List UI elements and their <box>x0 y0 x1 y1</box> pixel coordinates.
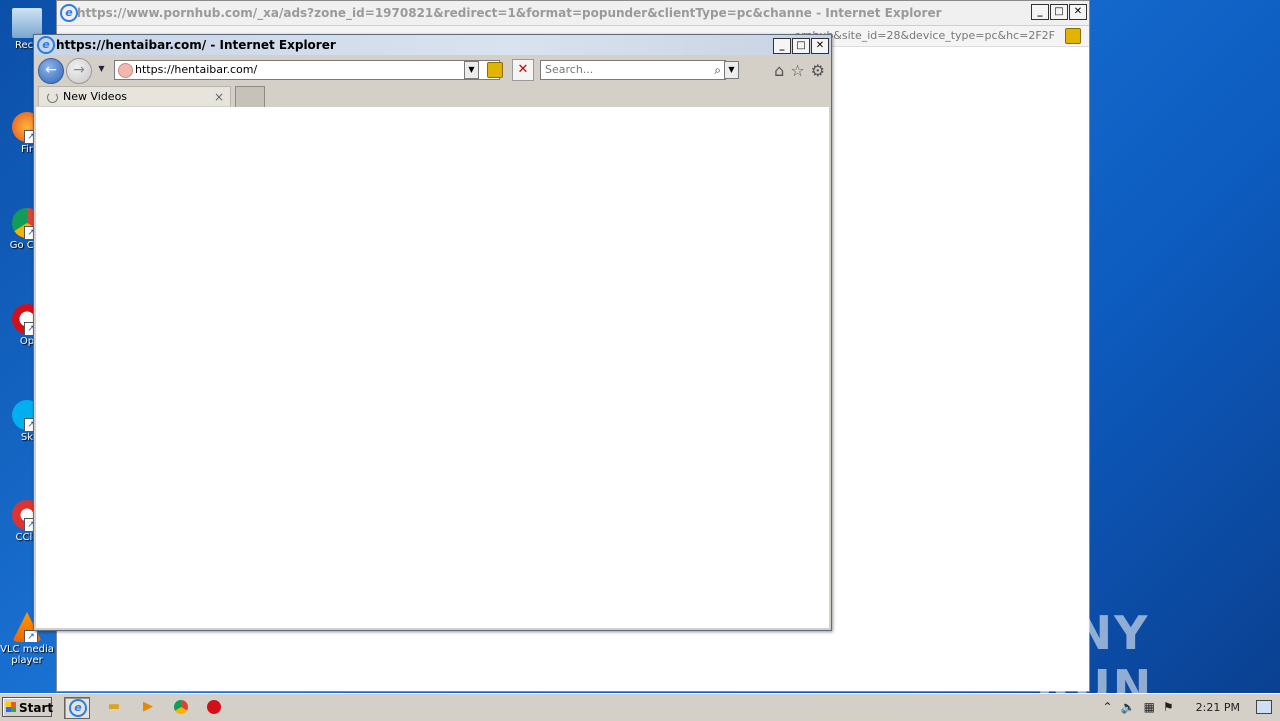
minimize-button[interactable]: _ <box>1031 4 1049 20</box>
tab-label: New Videos <box>63 90 128 103</box>
search-icon[interactable]: ⌕ <box>714 61 721 79</box>
tab-new-videos[interactable]: New Videos × <box>38 86 231 106</box>
front-window-titlebar[interactable]: e https://hentaibar.com/ - Internet Expl… <box>34 35 831 55</box>
new-tab-button[interactable] <box>235 86 265 108</box>
lock-icon[interactable] <box>1065 28 1081 44</box>
background-window-titlebar[interactable]: e https://www.pornhub.com/_xa/ads?zone_i… <box>57 1 1089 26</box>
close-button[interactable]: ✕ <box>1069 4 1087 20</box>
search-dropdown-button[interactable]: ▼ <box>724 61 739 79</box>
close-button[interactable]: ✕ <box>811 38 829 54</box>
minimize-button[interactable]: _ <box>773 38 791 54</box>
shortcut-arrow-icon: ↗ <box>24 630 38 642</box>
recent-pages-dropdown[interactable]: ▼ <box>95 61 108 77</box>
windows-flag-icon <box>6 702 16 712</box>
media-player-icon: ▶ <box>143 699 153 714</box>
tab-bar: New Videos × <box>34 86 831 108</box>
chrome-icon <box>174 699 188 714</box>
favorites-star-icon[interactable]: ☆ <box>790 61 804 80</box>
clock[interactable]: 2:21 PM <box>1196 701 1240 714</box>
search-placeholder: Search... <box>545 63 594 76</box>
start-label: Start <box>19 701 54 715</box>
home-icon[interactable]: ⌂ <box>774 61 784 80</box>
action-center-flag-icon[interactable]: ⚑ <box>1163 700 1174 714</box>
maximize-button[interactable]: □ <box>792 38 810 54</box>
toolbar-icons: ⌂ ☆ ⚙ <box>774 61 825 80</box>
folder-icon: ▬ <box>107 699 121 714</box>
site-favicon-icon <box>118 63 133 78</box>
taskbar: Start e ▬ ▶ ⌃ 🔈 ▦ ⚑ 2:21 PM <box>0 693 1280 721</box>
forward-button[interactable]: → <box>66 58 92 84</box>
taskbar-ie-button[interactable]: e <box>64 697 90 719</box>
network-icon[interactable]: ▦ <box>1144 700 1155 714</box>
ie-logo-icon: e <box>60 4 78 22</box>
background-window-title: https://www.pornhub.com/_xa/ads?zone_id=… <box>77 6 942 20</box>
volume-icon[interactable]: 🔈 <box>1121 700 1136 714</box>
desktop-icon-label: VLC media player <box>0 644 54 666</box>
desktop-icon-label: Fir <box>21 144 33 155</box>
settings-gear-icon[interactable]: ⚙ <box>811 61 825 80</box>
address-bar-url: https://hentaibar.com/ <box>135 63 258 76</box>
show-desktop-icon[interactable] <box>1256 700 1272 714</box>
start-button[interactable]: Start <box>2 697 54 717</box>
loading-spinner-icon <box>47 92 58 103</box>
address-dropdown-button[interactable]: ▼ <box>464 61 479 79</box>
address-bar[interactable]: https://hentaibar.com/ <box>114 60 500 80</box>
back-button[interactable]: ← <box>38 58 64 84</box>
tray-expand-icon[interactable]: ⌃ <box>1103 700 1113 714</box>
search-input[interactable]: Search... ⌕ <box>540 60 726 80</box>
ie-logo-icon: e <box>69 699 87 717</box>
maximize-button[interactable]: □ <box>1050 4 1068 20</box>
front-ie-window[interactable]: e https://hentaibar.com/ - Internet Expl… <box>33 34 832 631</box>
tab-close-icon[interactable]: × <box>214 87 224 107</box>
front-window-title: https://hentaibar.com/ - Internet Explor… <box>56 38 336 52</box>
desktop-icon-label: Op <box>19 336 35 347</box>
taskbar-media-player-button[interactable]: ▶ <box>136 697 160 717</box>
stop-loading-button[interactable]: ✕ <box>512 59 534 81</box>
opera-icon <box>207 699 221 714</box>
taskbar-chrome-button[interactable] <box>169 697 193 717</box>
taskbar-explorer-button[interactable]: ▬ <box>102 697 126 717</box>
taskbar-opera-button[interactable] <box>202 697 226 717</box>
window-controls: _ □ ✕ <box>1031 4 1087 20</box>
system-tray: ⌃ 🔈 ▦ ⚑ 2:21 PM <box>1103 696 1280 718</box>
page-content[interactable] <box>36 107 829 628</box>
lock-icon[interactable] <box>487 62 503 78</box>
window-controls: _ □ ✕ <box>773 38 829 54</box>
desktop-icon-label: Sk <box>20 432 34 443</box>
ie-logo-icon: e <box>37 36 55 54</box>
navigation-bar: ← → ▼ https://hentaibar.com/ ▼ ✕ Search.… <box>34 56 831 86</box>
background-address-text: ornhub&site_id=28&device_type=pc&hc=2F2F <box>794 29 1055 42</box>
